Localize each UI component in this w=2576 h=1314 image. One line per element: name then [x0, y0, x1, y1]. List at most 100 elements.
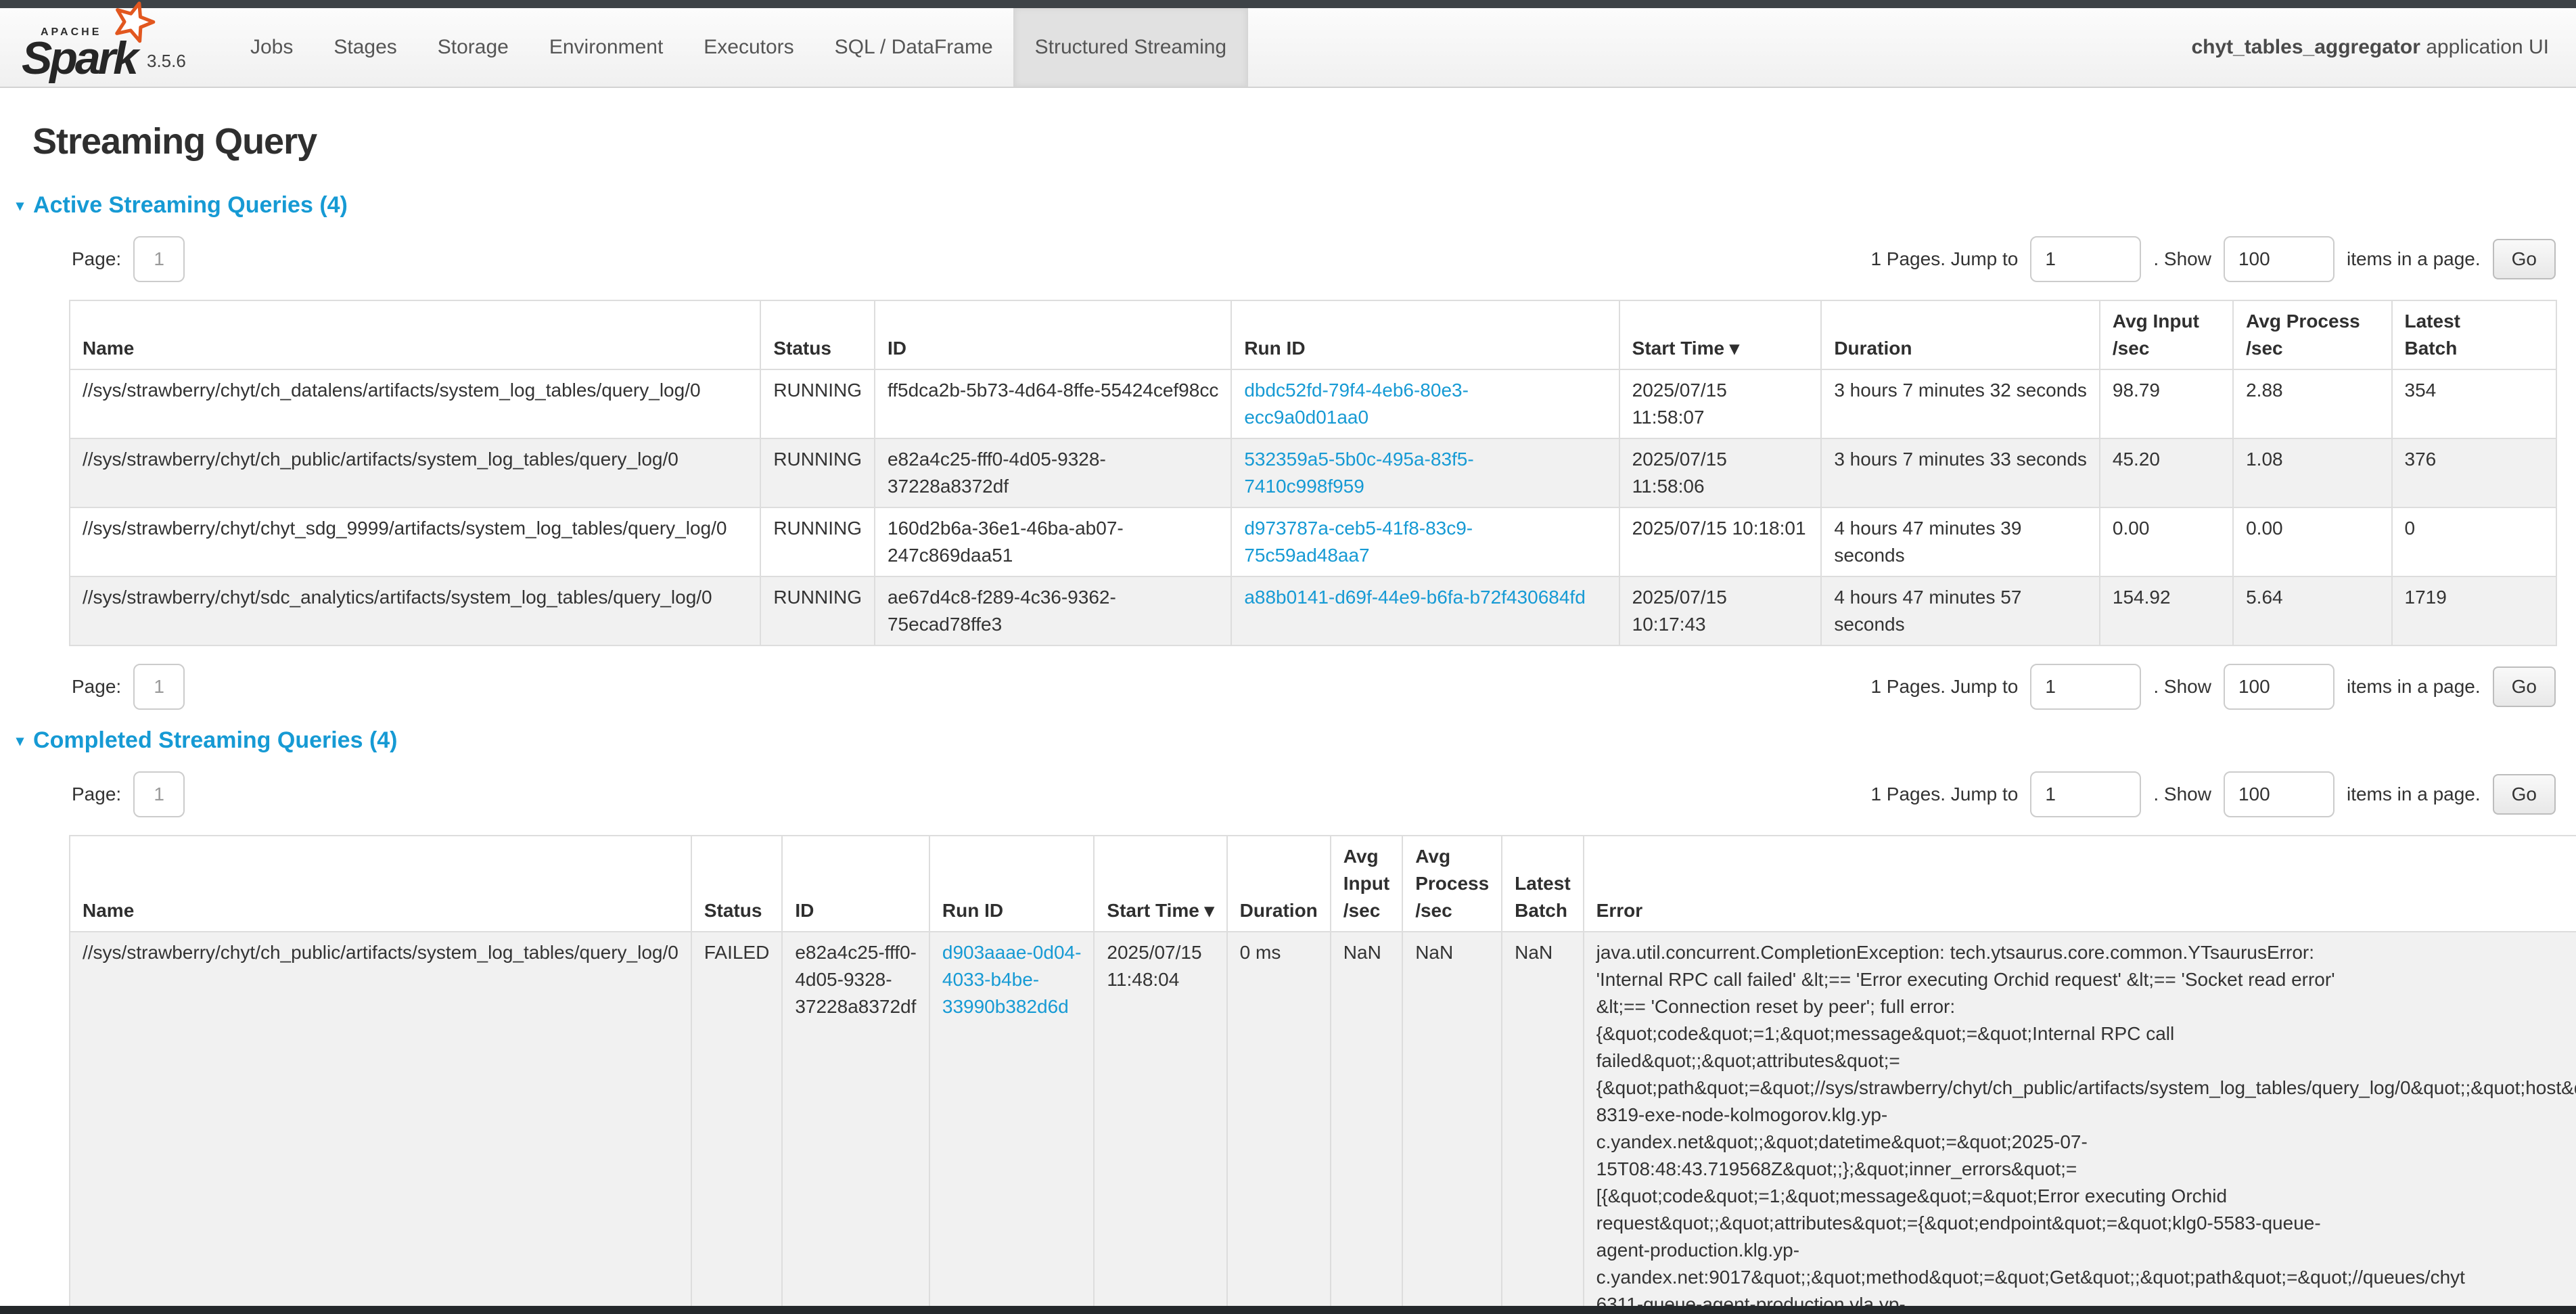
- nav-tab[interactable]: SQL / DataFrame: [814, 8, 1013, 87]
- page-number-input[interactable]: [133, 236, 185, 282]
- application-id: chyt_tables_aggregator application UI: [2191, 8, 2576, 87]
- column-header[interactable]: Duration: [1227, 836, 1331, 932]
- show-label: . Show: [2153, 784, 2211, 805]
- spark-star-icon: [109, 0, 158, 49]
- nav-tab[interactable]: Executors: [683, 8, 814, 87]
- column-header[interactable]: Start Time ▾: [1619, 300, 1822, 369]
- table-row: //sys/strawberry/chyt/ch_datalens/artifa…: [70, 369, 2556, 438]
- completed-queries-section-title: Completed Streaming Queries (4): [33, 727, 397, 754]
- query-status: RUNNING: [760, 369, 875, 438]
- items-per-page-input[interactable]: [2224, 236, 2334, 282]
- main-content: Streaming Query ▾ Active Streaming Queri…: [0, 120, 2576, 1314]
- column-header[interactable]: ID: [782, 836, 929, 932]
- table-row: //sys/strawberry/chyt/ch_public/artifact…: [70, 438, 2556, 507]
- column-header[interactable]: Error: [1584, 836, 2576, 932]
- query-name: //sys/strawberry/chyt/ch_datalens/artifa…: [70, 369, 760, 438]
- query-avg-input: 0.00: [2100, 507, 2233, 576]
- jump-to-page-input[interactable]: [2030, 664, 2141, 710]
- query-status: RUNNING: [760, 438, 875, 507]
- query-name: //sys/strawberry/chyt/chyt_sdg_9999/arti…: [70, 507, 760, 576]
- pager-bottom-active: Page: 1 Pages. Jump to . Show items in a…: [72, 664, 2556, 710]
- query-avg-process: 0.00: [2233, 507, 2391, 576]
- query-avg-process: 1.08: [2233, 438, 2391, 507]
- items-per-page-input[interactable]: [2224, 664, 2334, 710]
- query-status: RUNNING: [760, 507, 875, 576]
- column-header[interactable]: Duration: [1821, 300, 2100, 369]
- query-id: e82a4c25-fff0- 4d05-9328- 37228a8372df: [782, 932, 929, 1314]
- query-error-message: java.util.concurrent.CompletionException…: [1584, 932, 2576, 1314]
- jump-to-page-input[interactable]: [2030, 771, 2141, 817]
- nav-tab[interactable]: Stages: [313, 8, 417, 87]
- query-avg-input: 98.79: [2100, 369, 2233, 438]
- chevron-down-icon: ▾: [16, 733, 24, 748]
- column-header[interactable]: Avg Process /sec: [1402, 836, 1502, 932]
- page-label: Page:: [72, 676, 121, 698]
- query-duration: 3 hours 7 minutes 33 seconds: [1821, 438, 2100, 507]
- column-header[interactable]: Latest Batch: [2392, 300, 2557, 369]
- jump-to-page-input[interactable]: [2030, 236, 2141, 282]
- query-duration: 3 hours 7 minutes 32 seconds: [1821, 369, 2100, 438]
- run-id-link[interactable]: dbdc52fd-79f4-4eb6-80e3- ecc9a0d01aa0: [1244, 380, 1469, 428]
- run-id-link[interactable]: a88b0141-d69f-44e9-b6fa-b72f430684fd: [1244, 587, 1585, 608]
- query-id: ae67d4c8-f289-4c36-9362- 75ecad78ffe3: [875, 576, 1231, 645]
- query-latest-batch: 0: [2392, 507, 2557, 576]
- run-id-link[interactable]: 532359a5-5b0c-495a-83f5- 7410c998f959: [1244, 449, 1473, 497]
- go-button[interactable]: Go: [2493, 666, 2556, 707]
- column-header[interactable]: ID: [875, 300, 1231, 369]
- query-avg-process: 2.88: [2233, 369, 2391, 438]
- column-header[interactable]: Avg Input /sec: [2100, 300, 2233, 369]
- browser-chrome-strip: [0, 1306, 2576, 1314]
- nav-tab[interactable]: Environment: [529, 8, 683, 87]
- run-id-link[interactable]: d903aaae-0d04- 4033-b4be- 33990b382d6d: [942, 942, 1082, 1017]
- go-button[interactable]: Go: [2493, 774, 2556, 815]
- query-avg-input: 154.92: [2100, 576, 2233, 645]
- query-start-time: 2025/07/15 10:17:43: [1619, 576, 1822, 645]
- items-label: items in a page.: [2347, 248, 2481, 270]
- page-number-input[interactable]: [133, 771, 185, 817]
- query-start-time: 2025/07/15 11:58:06: [1619, 438, 1822, 507]
- nav-tab[interactable]: Structured Streaming: [1013, 8, 1248, 87]
- active-queries-section-toggle[interactable]: ▾ Active Streaming Queries (4): [16, 192, 2557, 219]
- query-avg-process: NaN: [1402, 932, 1502, 1314]
- chevron-down-icon: ▾: [16, 198, 24, 213]
- column-header[interactable]: Name: [70, 836, 691, 932]
- active-queries-table: Name Status ID Run ID Start Time ▾ Durat…: [69, 300, 2557, 646]
- column-header[interactable]: Run ID: [1231, 300, 1619, 369]
- column-header[interactable]: Latest Batch: [1502, 836, 1583, 932]
- page-title: Streaming Query: [32, 120, 2557, 162]
- query-avg-input: 45.20: [2100, 438, 2233, 507]
- browser-chrome-strip: [0, 0, 2576, 8]
- nav-tab[interactable]: Storage: [417, 8, 529, 87]
- nav-tabs: Jobs Stages Storage Environment Executor…: [230, 8, 1248, 87]
- column-header[interactable]: Status: [691, 836, 782, 932]
- page-label: Page:: [72, 784, 121, 805]
- completed-queries-section-toggle[interactable]: ▾ Completed Streaming Queries (4): [16, 727, 2557, 754]
- pages-jump-label: 1 Pages. Jump to: [1870, 248, 2018, 270]
- query-latest-batch: 376: [2392, 438, 2557, 507]
- page-number-input[interactable]: [133, 664, 185, 710]
- pages-jump-label: 1 Pages. Jump to: [1870, 676, 2018, 698]
- nav-tab[interactable]: Jobs: [230, 8, 313, 87]
- column-header[interactable]: Status: [760, 300, 875, 369]
- navbar: APACHE Spark 3.5.6 Jobs Stages Storage E…: [0, 8, 2576, 88]
- table-row: //sys/strawberry/chyt/sdc_analytics/arti…: [70, 576, 2556, 645]
- application-name: chyt_tables_aggregator: [2191, 36, 2420, 59]
- query-avg-process: 5.64: [2233, 576, 2391, 645]
- query-id: ff5dca2b-5b73-4d64-8ffe-55424cef98cc: [875, 369, 1231, 438]
- column-header[interactable]: Avg Process /sec: [2233, 300, 2391, 369]
- column-header[interactable]: Run ID: [929, 836, 1095, 932]
- run-id-link[interactable]: d973787a-ceb5-41f8-83c9- 75c59ad48aa7: [1244, 518, 1473, 566]
- items-label: items in a page.: [2347, 676, 2481, 698]
- query-latest-batch: 354: [2392, 369, 2557, 438]
- go-button[interactable]: Go: [2493, 239, 2556, 279]
- pages-jump-label: 1 Pages. Jump to: [1870, 784, 2018, 805]
- items-per-page-input[interactable]: [2224, 771, 2334, 817]
- pager-top-completed: Page: 1 Pages. Jump to . Show items in a…: [72, 771, 2556, 817]
- application-ui-suffix: application UI: [2420, 36, 2549, 59]
- column-header[interactable]: Name: [70, 300, 760, 369]
- spark-logo: APACHE Spark 3.5.6: [0, 8, 230, 87]
- query-avg-input: NaN: [1331, 932, 1402, 1314]
- column-header[interactable]: Avg Input /sec: [1331, 836, 1402, 932]
- column-header[interactable]: Start Time ▾: [1094, 836, 1226, 932]
- items-label: items in a page.: [2347, 784, 2481, 805]
